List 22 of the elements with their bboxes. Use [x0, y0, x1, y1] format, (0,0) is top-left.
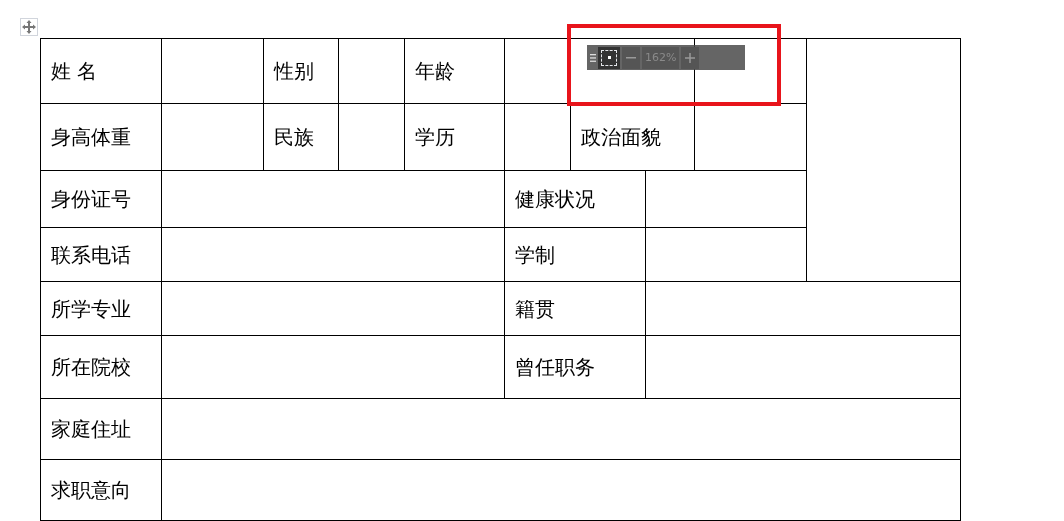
table-cell: 家庭住址: [40, 398, 162, 460]
table-cell: 籍贯: [504, 281, 646, 336]
table-cell: 学历: [404, 103, 505, 171]
table-cell: 性别: [263, 38, 339, 104]
plus-icon: [685, 52, 696, 63]
table-cell: 学制: [504, 227, 646, 282]
table-cell: 曾任职务: [504, 335, 646, 399]
table-cell: 所学专业: [40, 281, 162, 336]
fit-page-button[interactable]: [598, 46, 620, 69]
table-cell: 民族: [263, 103, 339, 171]
table-cell: 政治面貌: [570, 103, 695, 171]
minus-icon: [626, 56, 636, 59]
menu-icon[interactable]: [590, 53, 596, 62]
table-cell: 联系电话: [40, 227, 162, 282]
table-cell: 身份证号: [40, 170, 162, 228]
table-cell: 所在院校: [40, 335, 162, 399]
table-cell: 姓 名: [40, 38, 162, 104]
table-cell: 年龄: [404, 38, 505, 104]
move-handle-icon[interactable]: [20, 18, 38, 36]
table-cell: 健康状况: [504, 170, 646, 228]
table-cell: 求职意向: [40, 459, 162, 521]
table-cell: 身高体重: [40, 103, 162, 171]
